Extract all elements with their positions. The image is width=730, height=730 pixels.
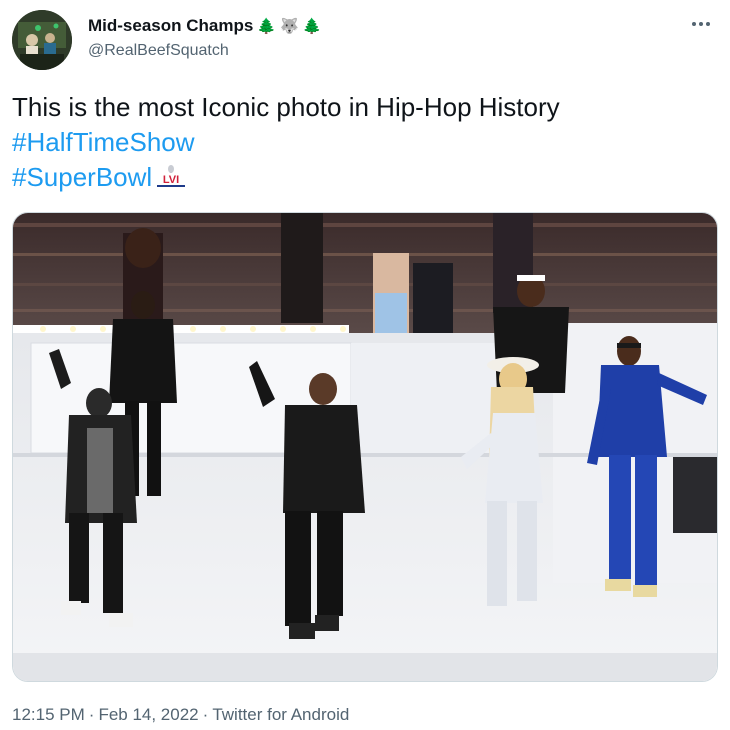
tweet-source-label: Twitter for Android: [212, 705, 350, 724]
tweet-text-line: This is the most Iconic photo in Hip-Hop…: [12, 92, 560, 122]
author-handle[interactable]: @RealBeefSquatch: [88, 42, 229, 60]
tweet-text: This is the most Iconic photo in Hip-Hop…: [12, 90, 712, 195]
tree-emoji-icon: 🌲: [257, 16, 276, 35]
display-name[interactable]: Mid-season Champs: [88, 16, 253, 36]
more-options-icon-dot: [699, 22, 703, 26]
meta-separator: ·: [88, 705, 95, 724]
more-options-icon-dot: [706, 22, 710, 26]
tweet-time-link[interactable]: 12:15 PM: [12, 705, 85, 724]
profile-photo-avatar-icon: [12, 10, 72, 70]
more-options-button[interactable]: [686, 14, 716, 34]
hashtag-halftimeshow-link[interactable]: #HalfTimeShow: [12, 127, 195, 157]
author-name-row[interactable]: Mid-season Champs 🌲 🐺 🌲: [88, 16, 321, 36]
wolf-emoji-icon: 🐺: [280, 16, 299, 35]
halftime-show-stage-photo-icon: [13, 213, 717, 681]
super-bowl-lvi-logo-icon: LVI: [157, 165, 186, 188]
tweet-date-link[interactable]: Feb 14, 2022: [98, 705, 198, 724]
hashtag-superbowl-link[interactable]: #SuperBowl: [12, 162, 152, 192]
super-bowl-lvi-logo-text: LVI: [163, 174, 179, 186]
more-options-icon: [692, 22, 696, 26]
avatar[interactable]: [12, 10, 72, 70]
tree-emoji-icon: 🌲: [302, 16, 322, 35]
tweet-meta: 12:15 PM · Feb 14, 2022 · Twitter for Androi…: [12, 705, 349, 725]
meta-separator: ·: [202, 705, 209, 724]
tweet-photo[interactable]: [12, 212, 718, 682]
